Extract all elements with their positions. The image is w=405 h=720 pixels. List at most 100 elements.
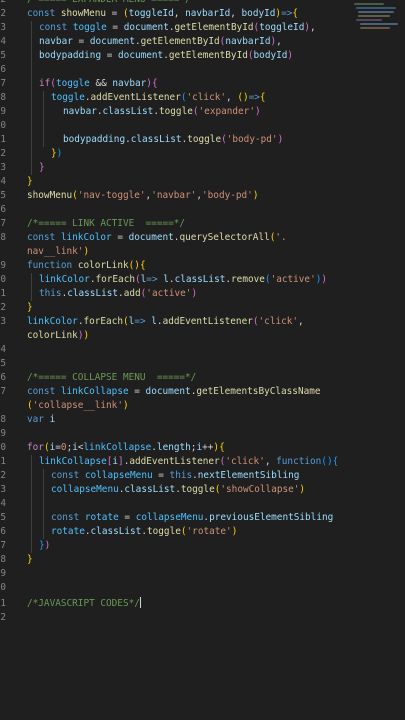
code-line[interactable]: 33 collapseMenu.classList.toggle('showCol… (0, 483, 360, 497)
code-line[interactable]: 10 (0, 119, 360, 133)
code-line[interactable]: 9 navbar.classList.toggle('expander') (0, 105, 360, 119)
code-token: ) (44, 540, 51, 551)
code-line[interactable]: 7 if(toggle && navbar){ (0, 77, 360, 91)
line-number: 21 (0, 288, 6, 299)
code-line[interactable]: 8 toggle.addEventListener('click', ()=>{ (0, 91, 360, 105)
code-line[interactable]: 4 navbar = document.getElementById(navbar… (0, 35, 360, 49)
code-line[interactable]: 5 bodypadding = document.getElementById(b… (0, 49, 360, 63)
code-line[interactable]: 25 (0, 357, 360, 371)
line-number: 5 (0, 50, 6, 61)
code-token: /*===== COLLAPSE MENU =====*/ (27, 372, 197, 383)
code-editor[interactable]: 2 /*===== EXPANDER MENU =====*/ 2 const sho… (0, 0, 405, 720)
code-line[interactable]: 24 (0, 343, 360, 357)
minimap-line (360, 23, 398, 25)
code-line[interactable]: 28 var i (0, 413, 360, 427)
code-line[interactable]: 22} (0, 301, 360, 315)
code-token: ) (252, 190, 259, 201)
code-token: const (27, 8, 61, 19)
code-text: const linkCollapse = document.getElement… (27, 385, 321, 399)
code-token: bodyId (241, 8, 276, 19)
line-number: 26 (0, 372, 6, 383)
code-line[interactable]: 12}) (0, 147, 360, 161)
line-number: 3 (0, 22, 6, 33)
code-line[interactable]: 14} (0, 175, 360, 189)
code-token: i (49, 414, 56, 425)
code-token: , (173, 8, 186, 19)
minimap-line (358, 15, 390, 17)
code-text: function colorLink(){ (27, 259, 146, 273)
code-line[interactable]: colorLink)) (0, 329, 360, 343)
code-line[interactable]: 3 const toggle = document.getElementById(… (0, 21, 360, 35)
line-number: 8 (0, 92, 6, 103)
code-token: { (139, 260, 146, 271)
code-line[interactable]: 16 (0, 203, 360, 217)
code-line[interactable]: nav__link') (0, 245, 360, 259)
line-number: 42 (0, 612, 6, 623)
code-token: toggle (51, 92, 85, 103)
code-line[interactable]: 34 (0, 497, 360, 511)
code-line[interactable]: 2 const showMenu = (toggleId, navbarId, b… (0, 7, 360, 21)
code-line[interactable]: 6 (0, 63, 360, 77)
line-number: 10 (0, 120, 6, 131)
code-text: /*===== COLLAPSE MENU =====*/ (27, 371, 196, 385)
code-line[interactable]: 41 /*JAVASCRIPT CODES*/ (0, 597, 360, 611)
line-number: 19 (0, 260, 6, 271)
code-token: ) (321, 274, 328, 285)
code-text: const collapseMenu = this.nextElementSib… (51, 469, 299, 483)
code-line[interactable]: 37}) (0, 539, 360, 553)
code-line[interactable]: 11 bodypadding.classList.toggle('body-pd'… (0, 133, 360, 147)
code-token: 'active' (146, 288, 192, 299)
code-line[interactable]: 38} (0, 553, 360, 567)
code-line[interactable]: 20 linkColor.forEach(l=> l.classList.remo… (0, 273, 360, 287)
code-token: ) (122, 400, 129, 411)
line-number: 28 (0, 414, 6, 425)
code-line[interactable]: 23 linkColor.forEach(l=> l.addEventListen… (0, 315, 360, 329)
code-line[interactable]: 2 /*===== EXPANDER MENU =====*/ (0, 0, 360, 7)
code-token: ) (299, 484, 306, 495)
code-token: getElementById (168, 50, 248, 61)
code-text: /*JAVASCRIPT CODES*/ (27, 597, 141, 611)
code-line[interactable]: 32 const collapseMenu = this.nextElementS… (0, 469, 360, 483)
code-token: colorLink (77, 260, 129, 271)
line-number: 29 (0, 428, 6, 439)
code-token: rotate (51, 526, 85, 537)
code-line[interactable]: 17 /*===== LINK ACTIVE =====*/ (0, 217, 360, 231)
code-token: const (27, 386, 61, 397)
code-token: document (89, 36, 135, 47)
code-token: colorLink (27, 330, 78, 341)
code-line[interactable]: 18 const linkColor = document.querySelect… (0, 231, 360, 245)
code-text: const rotate = collapseMenu.previousElem… (51, 511, 333, 525)
code-line[interactable]: 15 showMenu('nav-toggle','navbar','body-p… (0, 189, 360, 203)
code-token: { (151, 78, 158, 89)
code-line[interactable]: ('collapse__link') (0, 399, 360, 413)
code-token: 'expander' (198, 106, 255, 117)
code-line[interactable]: 26 /*===== COLLAPSE MENU =====*/ (0, 371, 360, 385)
line-number: 24 (0, 344, 6, 355)
code-token: navbar (63, 106, 97, 117)
minimap[interactable] (352, 0, 402, 34)
code-line[interactable]: 35 const rotate = collapseMenu.previousEl… (0, 511, 360, 525)
line-number: 32 (0, 470, 6, 481)
code-line[interactable]: 13} (0, 161, 360, 175)
code-token: { (219, 442, 225, 453)
code-token: toggle (147, 526, 181, 537)
code-line[interactable]: 31 linkCollapse[i].addEventListener('clic… (0, 455, 360, 469)
code-token: add (123, 288, 141, 299)
code-token: bodyId (253, 50, 288, 61)
code-token: ) (83, 330, 90, 341)
code-line[interactable]: 30 for(i=0;i<linkCollapse.length;i++){ (0, 441, 360, 455)
line-number: 35 (0, 512, 6, 523)
code-line[interactable]: 29 (0, 427, 360, 441)
code-token: => (134, 316, 146, 327)
code-token: forEach (83, 316, 123, 327)
code-token: ++ (202, 442, 214, 453)
code-line[interactable]: 39 (0, 567, 360, 581)
code-line[interactable]: 40 (0, 581, 360, 595)
code-token: showMenu (27, 190, 73, 201)
code-line[interactable]: 19 function colorLink(){ (0, 259, 360, 273)
code-line[interactable]: 42 (0, 611, 360, 625)
code-line[interactable]: 27 const linkCollapse = document.getEleme… (0, 385, 360, 399)
code-line[interactable]: 36 rotate.classList.toggle('rotate') (0, 525, 360, 539)
code-line[interactable]: 21 this.classList.add('active') (0, 287, 360, 301)
line-number: 12 (0, 148, 6, 159)
